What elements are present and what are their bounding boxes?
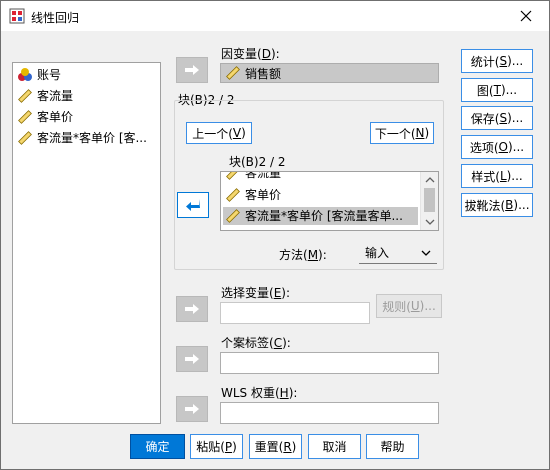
- arrow-right-icon: [185, 65, 199, 75]
- variable-list[interactable]: 账号 客流量 客单价 客流量*客单价 [客...: [12, 62, 161, 424]
- move-to-case-label-button[interactable]: [176, 346, 208, 372]
- style-button[interactable]: 样式(L)...: [461, 164, 533, 188]
- variable-label: 客单价: [37, 110, 74, 124]
- independent-item-label: 客流量: [245, 171, 282, 180]
- linear-regression-dialog: 线性回归 账号 客流量 客单价 客流量*客单价 [客... 因变量(D): 销售…: [0, 0, 550, 470]
- scroll-up-icon[interactable]: [421, 173, 439, 187]
- window-title: 线性回归: [31, 11, 80, 25]
- independent-item-label: 客流量*客单价 [客流量客单...: [245, 209, 403, 223]
- arrow-right-icon: [185, 304, 199, 314]
- scale-icon: [226, 209, 240, 223]
- chevron-down-icon: [421, 250, 431, 256]
- list-item[interactable]: 客流量: [225, 171, 282, 182]
- list-item[interactable]: 客流量*客单价 [客...: [17, 129, 147, 147]
- close-icon: [520, 10, 532, 22]
- list-item[interactable]: 客流量: [17, 87, 73, 105]
- plots-button[interactable]: 图(T)...: [461, 78, 533, 102]
- case-label-field[interactable]: [220, 352, 439, 374]
- save-button[interactable]: 保存(S)...: [461, 106, 533, 130]
- list-item[interactable]: 客单价: [17, 108, 73, 126]
- method-select[interactable]: 输入: [359, 242, 437, 264]
- arrow-right-icon: [185, 354, 199, 364]
- list-item[interactable]: 客单价: [225, 186, 281, 204]
- arrow-left-return-icon: [186, 199, 200, 211]
- nominal-icon: [18, 68, 32, 81]
- block-inner-title: 块(B)2 / 2: [229, 155, 286, 169]
- wls-field[interactable]: [220, 402, 439, 424]
- selection-label: 选择变量(E):: [221, 286, 291, 300]
- selection-field[interactable]: [220, 302, 370, 324]
- title-bar: 线性回归: [1, 1, 549, 31]
- variable-label: 账号: [37, 68, 62, 82]
- previous-block-button[interactable]: 上一个(V): [186, 122, 252, 144]
- independent-item-label: 客单价: [245, 188, 282, 202]
- statistics-button[interactable]: 统计(S)...: [461, 49, 533, 73]
- variable-label: 客流量: [37, 89, 74, 103]
- method-value: 输入: [365, 246, 390, 260]
- scale-icon: [226, 188, 240, 202]
- app-icon: [9, 8, 25, 24]
- dependent-label: 因变量(D):: [221, 47, 280, 61]
- move-to-wls-button[interactable]: [176, 396, 208, 422]
- list-item-selected[interactable]: 客流量*客单价 [客流量客单...: [223, 207, 418, 225]
- cancel-button[interactable]: 取消: [308, 434, 361, 459]
- scale-icon: [226, 172, 240, 180]
- help-button[interactable]: 帮助: [366, 434, 419, 459]
- options-button[interactable]: 选项(O)...: [461, 135, 533, 159]
- independent-list-scrollbar[interactable]: [420, 172, 438, 230]
- bootstrap-button[interactable]: 拔靴法(B)...: [461, 193, 533, 217]
- case-label-label: 个案标签(C):: [221, 336, 291, 350]
- rule-button[interactable]: 规则(U)...: [376, 294, 442, 318]
- close-button[interactable]: [503, 1, 549, 31]
- reset-button[interactable]: 重置(R): [249, 434, 302, 459]
- method-label: 方法(M):: [279, 248, 327, 262]
- dependent-value: 销售额: [245, 66, 282, 81]
- scroll-down-icon[interactable]: [421, 215, 439, 229]
- move-to-block-button[interactable]: [177, 192, 209, 218]
- arrow-right-icon: [185, 404, 199, 414]
- list-item[interactable]: 账号: [17, 66, 61, 84]
- move-to-dependent-button[interactable]: [176, 57, 208, 83]
- variable-label: 客流量*客单价 [客...: [37, 131, 147, 145]
- wls-label: WLS 权重(H):: [221, 386, 298, 400]
- independent-list[interactable]: 客流量 客单价 客流量*客单价 [客流量客单...: [220, 171, 439, 231]
- ok-button[interactable]: 确定: [130, 434, 185, 459]
- paste-button[interactable]: 粘贴(P): [190, 434, 243, 459]
- move-to-selection-button[interactable]: [176, 296, 208, 322]
- scale-icon: [18, 110, 32, 124]
- next-block-button[interactable]: 下一个(N): [370, 122, 434, 144]
- dependent-field[interactable]: 销售额: [220, 63, 439, 83]
- scale-icon: [18, 131, 32, 145]
- scale-icon: [226, 66, 240, 80]
- scale-icon: [18, 89, 32, 103]
- scroll-thumb[interactable]: [424, 188, 435, 212]
